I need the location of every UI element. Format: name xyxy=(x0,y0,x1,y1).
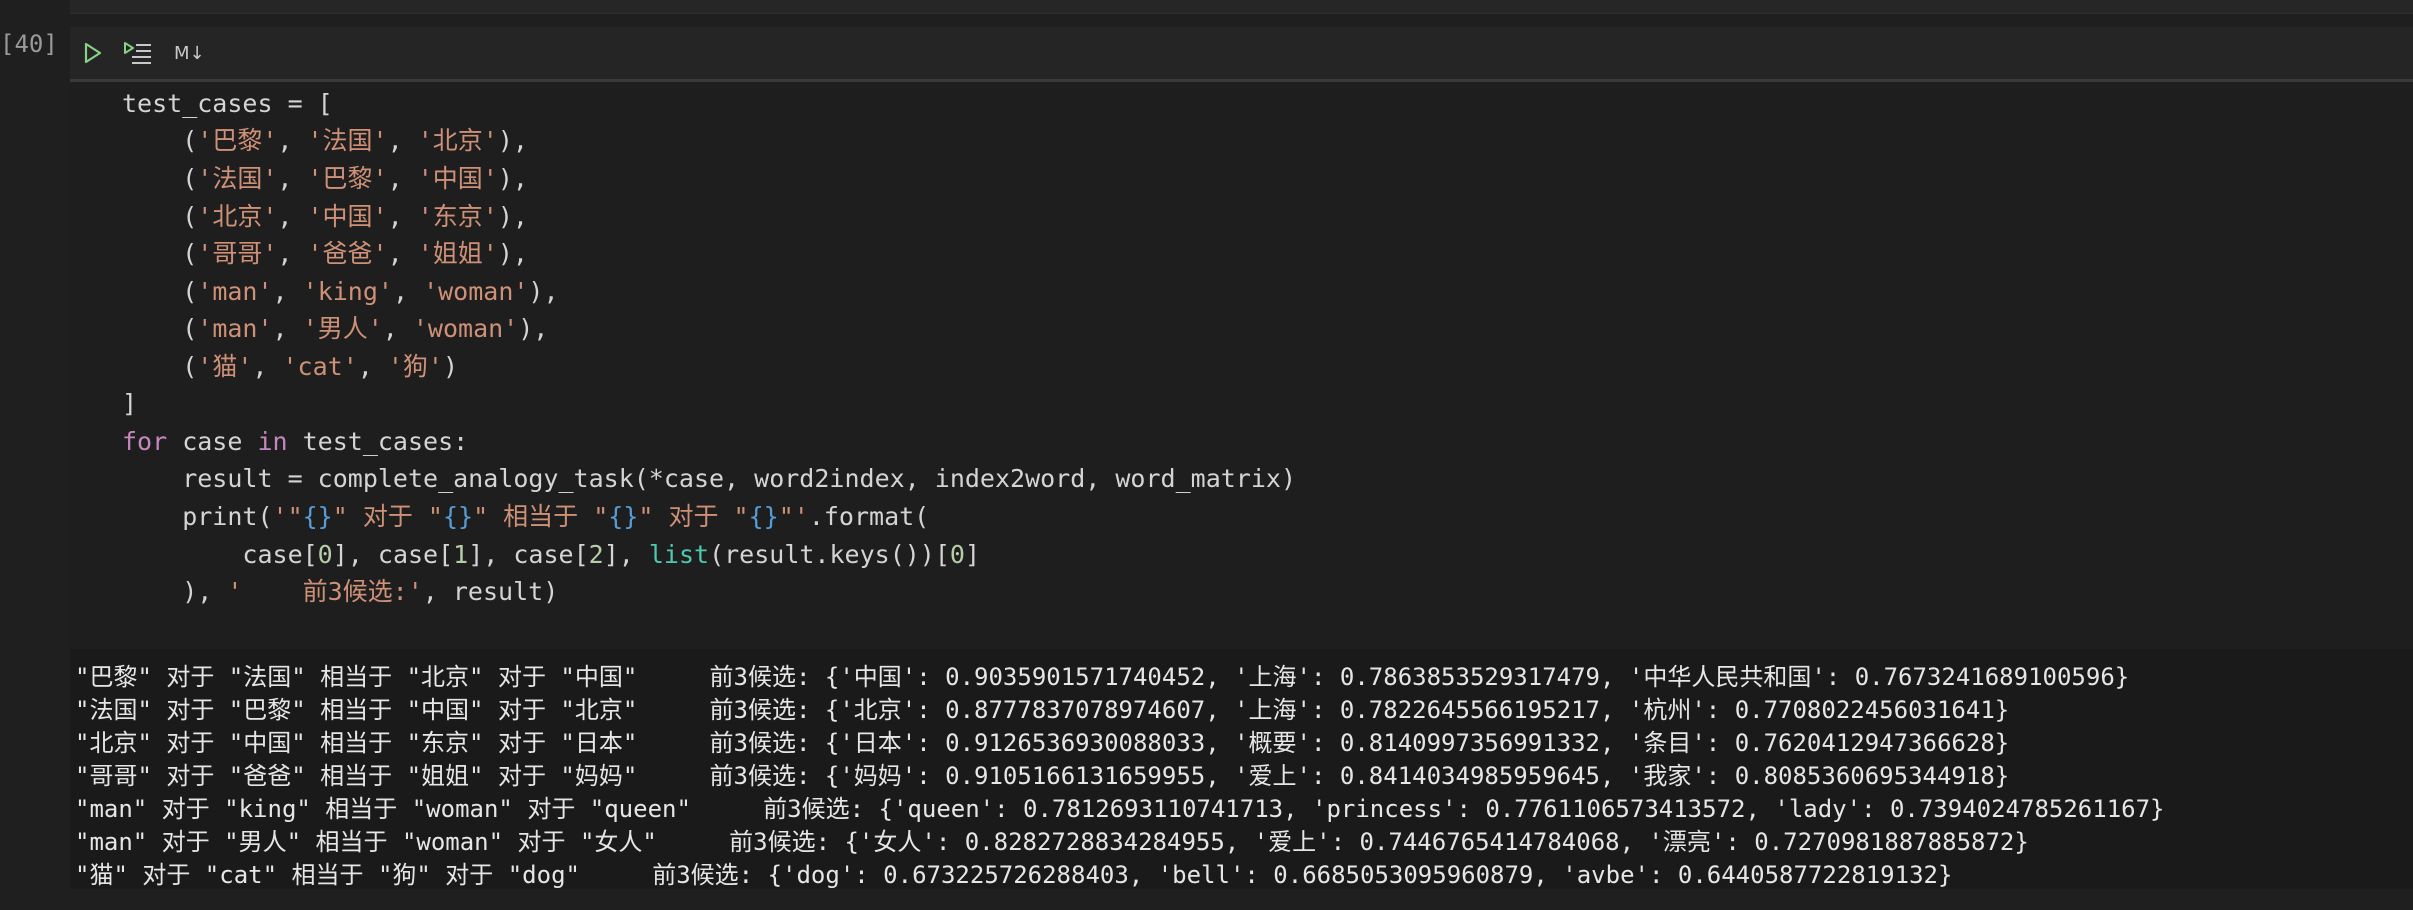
code-line-7: ('man', '男人', 'woman'), xyxy=(122,314,549,343)
execution-count: [40] xyxy=(0,30,58,58)
previous-cell-edge xyxy=(70,0,2413,14)
code-line-1: test_cases = [ xyxy=(122,89,333,118)
code-line-12: print('"{}" 对于 "{}" 相当于 "{}" 对于 "{}"'.fo… xyxy=(122,502,930,531)
run-cell-button[interactable] xyxy=(82,39,110,67)
output-line: "man" 对于 "男人" 相当于 "woman" 对于 "女人" 前3候选: … xyxy=(75,828,2029,856)
output-line: "法国" 对于 "巴黎" 相当于 "中国" 对于 "北京" 前3候选: {'北京… xyxy=(75,696,2010,724)
play-icon xyxy=(84,42,102,64)
code-line-13: case[0], case[1], case[2], list(result.k… xyxy=(122,540,981,569)
code-line-9: ] xyxy=(122,389,138,418)
code-line-10: for case in test_cases: xyxy=(122,427,469,456)
output-line: "巴黎" 对于 "法国" 相当于 "北京" 对于 "中国" 前3候选: {'中国… xyxy=(75,663,2130,691)
code-line-8: ('猫', 'cat', '狗') xyxy=(122,352,459,381)
output-line: "哥哥" 对于 "爸爸" 相当于 "姐姐" 对于 "妈妈" 前3候选: {'妈妈… xyxy=(75,762,2010,790)
code-cell[interactable]: M↓ test_cases = [ ('巴黎', '法国', '北京'), ('… xyxy=(70,27,2413,910)
code-line-6: ('man', 'king', 'woman'), xyxy=(122,277,559,306)
notebook-page: [40] M↓ test_cases = [ ('巴黎', '法国', '北京'… xyxy=(0,0,2413,910)
output-line: "猫" 对于 "cat" 相当于 "狗" 对于 "dog" 前3候选: {'do… xyxy=(75,861,1953,889)
code-line-3: ('法国', '巴黎', '中国'), xyxy=(122,164,528,193)
output-line: "北京" 对于 "中国" 相当于 "东京" 对于 "日本" 前3候选: {'日本… xyxy=(75,729,2010,757)
code-editor[interactable]: test_cases = [ ('巴黎', '法国', '北京'), ('法国'… xyxy=(70,82,2413,649)
code-line-14: ), ' 前3候选:', result) xyxy=(122,577,559,606)
cell-toolbar: M↓ xyxy=(70,27,2413,82)
code-line-5: ('哥哥', '爸爸', '姐姐'), xyxy=(122,239,528,268)
markdown-toggle-button[interactable]: M↓ xyxy=(174,39,205,67)
run-below-button[interactable] xyxy=(122,39,156,67)
output-line: "man" 对于 "king" 相当于 "woman" 对于 "queen" 前… xyxy=(75,795,2165,823)
cell-bottom-edge xyxy=(70,889,2413,910)
run-below-icon xyxy=(124,42,151,64)
cell-output: "巴黎" 对于 "法国" 相当于 "北京" 对于 "中国" 前3候选: {'中国… xyxy=(70,649,2413,889)
code-line-11: result = complete_analogy_task(*case, wo… xyxy=(122,464,1296,493)
code-line-4: ('北京', '中国', '东京'), xyxy=(122,202,528,231)
code-line-2: ('巴黎', '法国', '北京'), xyxy=(122,126,528,155)
